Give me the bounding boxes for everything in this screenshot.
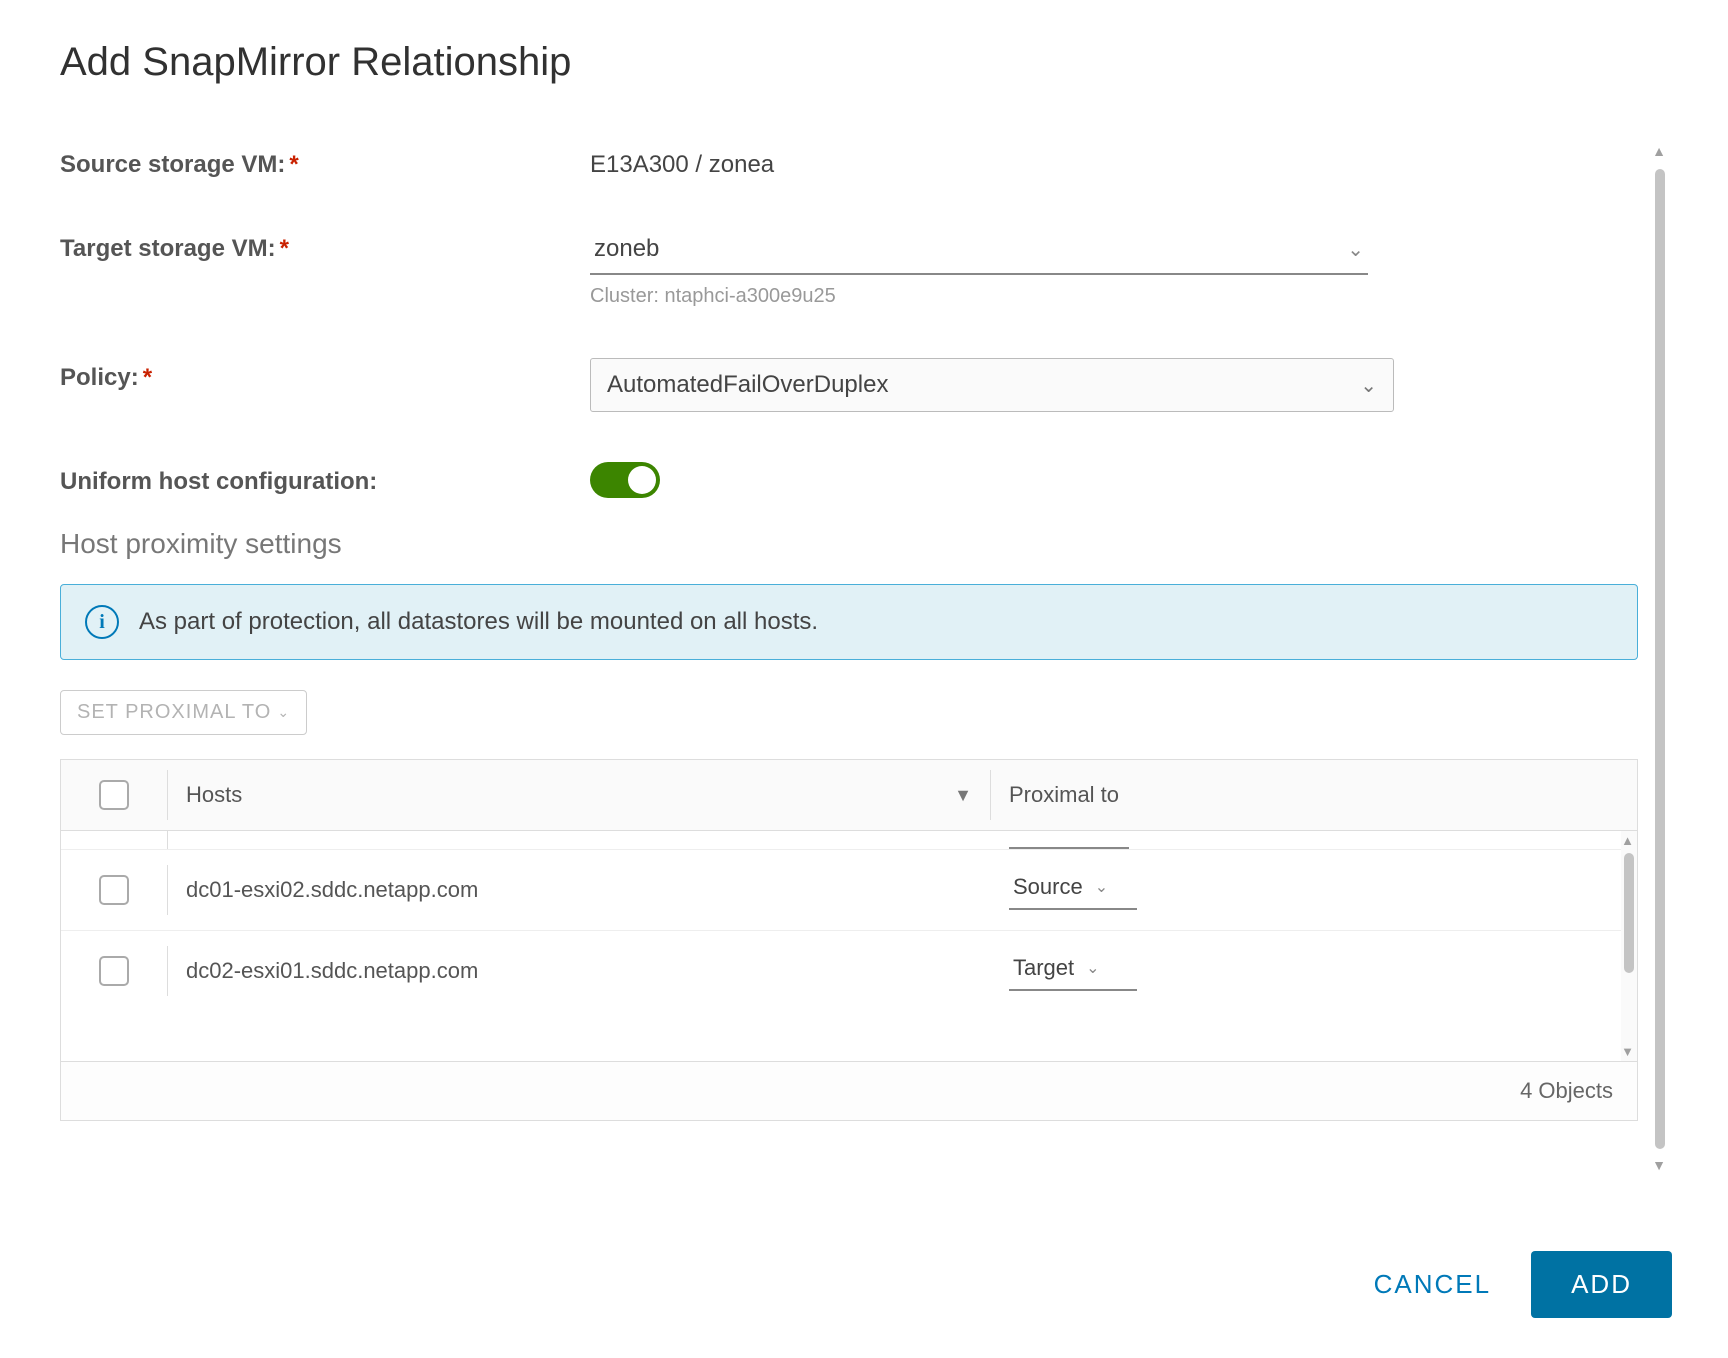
chevron-down-icon: ⌄ [277,704,290,721]
source-storage-row: Source storage VM:* E13A300 / zonea [60,145,1638,179]
proximal-value: Target [1013,955,1074,981]
uniform-host-row: Uniform host configuration: [60,462,1638,498]
target-storage-label-text: Target storage VM: [60,235,276,262]
dialog-button-row: CANCEL ADD [1374,1251,1672,1318]
inner-scrollbar: ▲ ▼ [1621,831,1637,1061]
toggle-knob [628,466,656,494]
proximal-value: Source [1013,874,1083,900]
column-separator [167,831,168,849]
table-header-row: Hosts ▼ Proximal to [61,760,1637,831]
uniform-host-label: Uniform host configuration: [60,462,590,496]
target-storage-row: Target storage VM:* zoneb ⌄ Cluster: nta… [60,229,1638,308]
set-proximal-to-button[interactable]: SET PROXIMAL TO ⌄ [60,690,307,735]
hosts-column-label: Hosts [186,782,242,808]
required-asterisk: * [143,364,152,391]
select-all-cell [61,760,167,830]
table-body: ▲ ▼ dc01 [61,831,1637,1062]
row-checkbox-cell [61,936,167,1006]
set-proximal-label: SET PROXIMAL TO [77,701,271,724]
host-proximity-heading: Host proximity settings [60,528,1638,560]
target-storage-label: Target storage VM:* [60,229,590,263]
info-banner: i As part of protection, all datastores … [60,584,1638,660]
filter-icon[interactable]: ▼ [954,785,972,806]
dialog-body: ▲ ▼ Source storage VM:* E13A300 / zonea … [60,145,1668,1121]
scroll-down-arrow[interactable]: ▼ [1652,1157,1666,1173]
table-cell-host: dc01-esxi02.sddc.netapp.com [168,857,991,923]
table-row: dc01-esxi02.sddc.netapp.com Source ⌄ [61,849,1637,930]
target-storage-select[interactable]: zoneb ⌄ [590,229,1368,275]
table-cell-proximal: Source ⌄ [991,850,1637,930]
table-row: dc02-esxi01.sddc.netapp.com Target ⌄ [61,930,1637,1011]
row-checkbox-cell [61,855,167,925]
info-banner-text: As part of protection, all datastores wi… [139,608,818,636]
hosts-column-header[interactable]: Hosts ▼ [168,760,990,830]
target-cluster-hint: Cluster: ntaphci-a300e9u25 [590,285,1368,308]
inner-scroll-down-arrow[interactable]: ▼ [1621,1044,1634,1059]
policy-select[interactable]: AutomatedFailOverDuplex ⌄ [590,358,1394,412]
scroll-up-arrow[interactable]: ▲ [1652,143,1666,159]
source-storage-label: Source storage VM:* [60,145,590,179]
row-checkbox[interactable] [99,875,129,905]
source-storage-value: E13A300 / zonea [590,145,774,179]
chevron-down-icon: ⌄ [1095,877,1108,897]
select-all-checkbox[interactable] [99,780,129,810]
add-snapmirror-dialog: Add SnapMirror Relationship ▲ ▼ Source s… [0,0,1728,1358]
table-row-partial [61,831,1637,849]
source-storage-label-text: Source storage VM: [60,151,285,178]
hosts-table: Hosts ▼ Proximal to ▲ ▼ [60,759,1638,1121]
policy-row: Policy:* AutomatedFailOverDuplex ⌄ [60,358,1638,412]
inner-scrollbar-thumb[interactable] [1624,853,1634,973]
required-asterisk: * [289,151,298,178]
policy-label: Policy:* [60,358,590,392]
info-icon: i [85,605,119,639]
chevron-down-icon: ⌄ [1086,958,1099,978]
policy-value: AutomatedFailOverDuplex [607,371,888,399]
uniform-host-toggle[interactable] [590,462,660,498]
table-cell-host: dc02-esxi01.sddc.netapp.com [168,938,991,1004]
outer-scrollbar-thumb[interactable] [1655,169,1665,1149]
cancel-button[interactable]: CANCEL [1374,1269,1491,1300]
proximal-select-partial[interactable] [1009,847,1129,849]
table-footer: 4 Objects [61,1062,1637,1120]
dialog-title: Add SnapMirror Relationship [60,40,1668,85]
chevron-down-icon: ⌄ [1360,373,1377,398]
proximal-select[interactable]: Target ⌄ [1009,951,1137,991]
proximal-column-header[interactable]: Proximal to [991,760,1637,830]
policy-label-text: Policy: [60,364,139,391]
target-storage-field-wrap: zoneb ⌄ Cluster: ntaphci-a300e9u25 [590,229,1368,308]
table-cell-proximal: Target ⌄ [991,931,1637,1011]
table-cell-proximal [991,843,1637,849]
required-asterisk: * [280,235,289,262]
inner-scroll-up-arrow[interactable]: ▲ [1621,833,1634,848]
chevron-down-icon: ⌄ [1347,237,1364,262]
proximal-select[interactable]: Source ⌄ [1009,870,1137,910]
target-storage-value: zoneb [594,235,659,263]
add-button[interactable]: ADD [1531,1251,1672,1318]
proximal-column-label: Proximal to [1009,782,1119,808]
row-checkbox[interactable] [99,956,129,986]
